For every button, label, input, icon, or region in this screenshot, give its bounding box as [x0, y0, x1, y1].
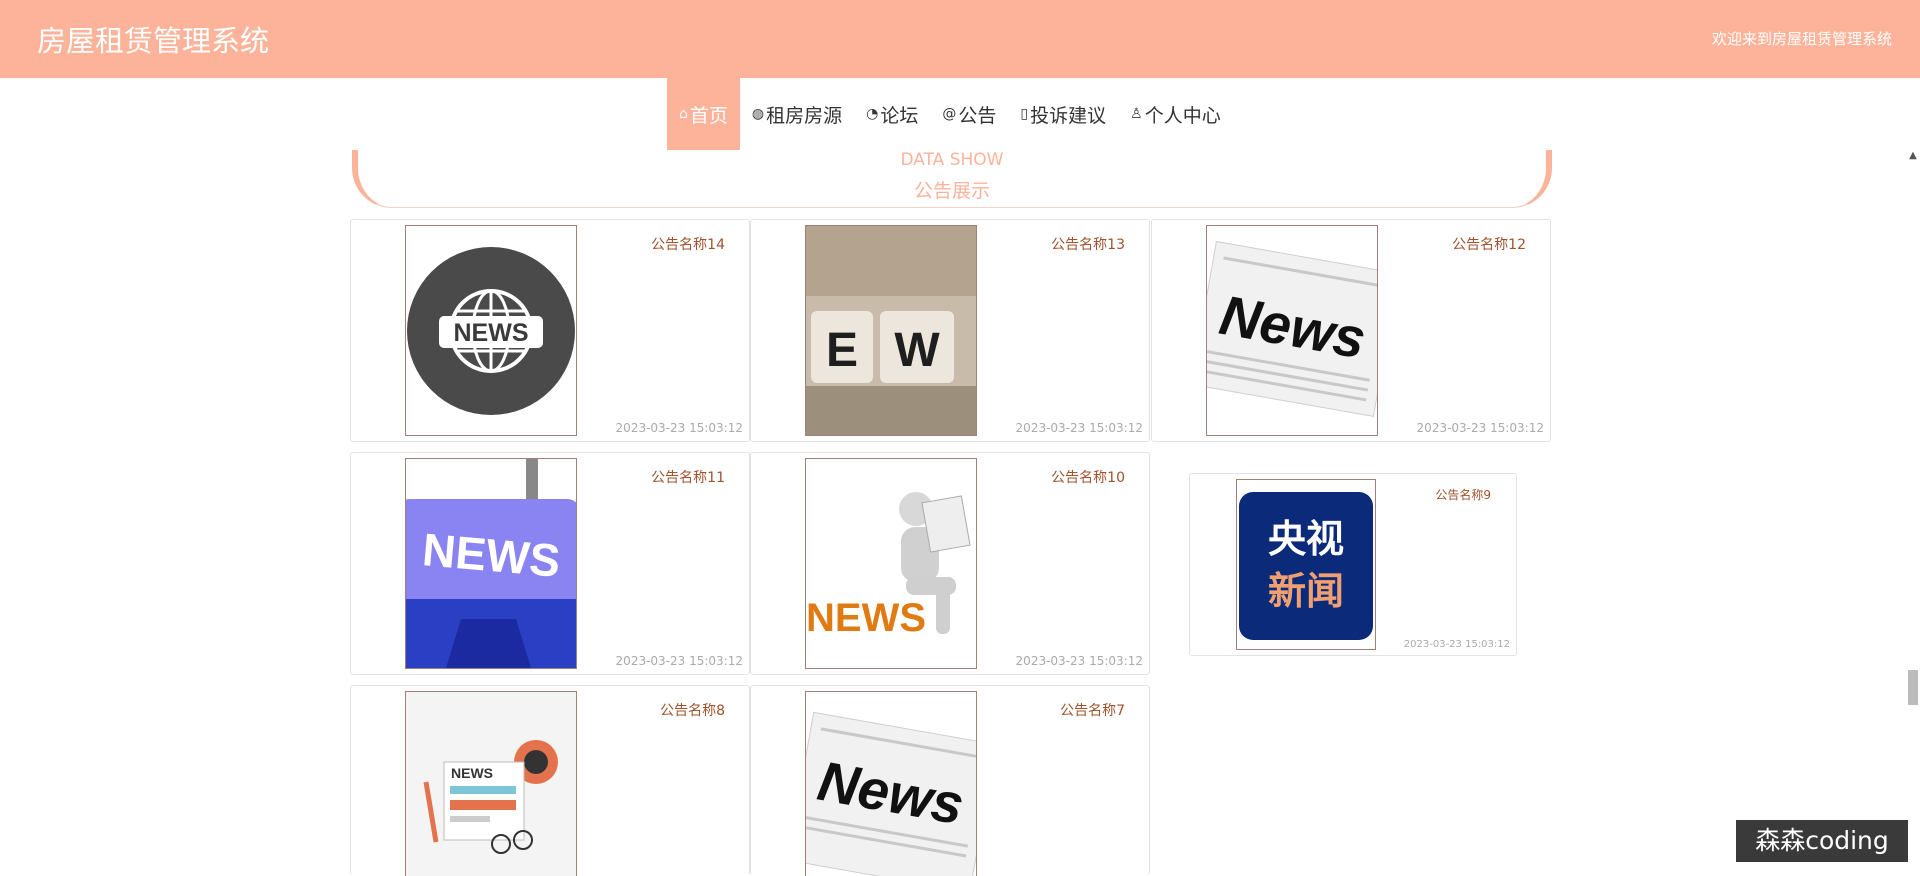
notice-name: 公告名称10: [1051, 470, 1125, 486]
notice-name: 公告名称9: [1435, 488, 1491, 502]
svg-text:E: E: [826, 324, 858, 377]
cctv-news-logo-icon: 央视新闻: [1236, 479, 1376, 650]
notice-date: 2023-03-23 15:03:12: [615, 421, 743, 435]
globe-news-icon: NEWS: [405, 225, 577, 436]
main-nav: ⌂ 首页 ◍ 租房房源 ◔ 论坛 @ 公告 ▯ 投诉建议 ♙ 个人中心: [667, 78, 1233, 150]
svg-text:NEWS: NEWS: [451, 765, 493, 781]
reader-figure-news-icon: NEWS: [805, 458, 977, 669]
svg-text:NEWS: NEWS: [454, 319, 529, 347]
letter-dice-news-icon: E W: [805, 225, 977, 436]
site-title: 房屋租赁管理系统: [37, 24, 270, 58]
notice-name: 公告名称7: [1060, 703, 1125, 719]
nav-item-complaint[interactable]: ▯ 投诉建议: [1008, 78, 1118, 150]
news-desk-illustration-icon: NEWS: [405, 691, 577, 876]
scroll-up-arrow-icon[interactable]: ▲: [1906, 150, 1920, 161]
nav-item-notice[interactable]: @ 公告: [930, 78, 1008, 150]
notice-name: 公告名称11: [651, 470, 725, 486]
user-icon: ♙: [1130, 106, 1143, 122]
welcome-text: 欢迎来到房屋租赁管理系统: [1711, 30, 1892, 48]
notice-card[interactable]: NEWS 公告名称8: [350, 685, 750, 876]
nav-label: 公告: [958, 104, 997, 127]
notice-card[interactable]: NEWS 公告名称10 2023-03-23 15:03:12: [750, 452, 1150, 675]
nav-label: 投诉建议: [1030, 104, 1107, 127]
globe-icon: ◍: [751, 106, 765, 122]
note-icon: ▯: [1020, 106, 1029, 122]
notice-card[interactable]: News 公告名称7: [750, 685, 1150, 876]
notice-date: 2023-03-23 15:03:12: [1416, 421, 1544, 435]
notice-name: 公告名称14: [651, 237, 725, 253]
nav-label: 租房房源: [766, 104, 843, 127]
notice-date: 2023-03-23 15:03:12: [1015, 421, 1143, 435]
dashboard-icon: ◔: [866, 106, 879, 122]
notice-name: 公告名称13: [1051, 237, 1125, 253]
notice-card[interactable]: NEWS 公告名称14 2023-03-23 15:03:12: [350, 219, 750, 442]
top-header: 房屋租赁管理系统 欢迎来到房屋租赁管理系统: [0, 0, 1920, 78]
nav-label: 论坛: [880, 104, 919, 127]
news-keyboard-key-icon: NEWS: [405, 458, 577, 669]
at-icon: @: [942, 106, 957, 122]
notice-card[interactable]: E W 公告名称13 2023-03-23 15:03:12: [750, 219, 1150, 442]
section-title-zh: 公告展示: [913, 180, 990, 202]
watermark: 森森coding: [1736, 820, 1908, 862]
nav-label: 首页: [689, 104, 728, 127]
notice-name: 公告名称12: [1452, 237, 1526, 253]
home-icon: ⌂: [679, 106, 688, 122]
nav-label: 个人中心: [1144, 104, 1221, 127]
nav-item-home[interactable]: ⌂ 首页: [667, 78, 740, 150]
svg-text:NEWS: NEWS: [806, 596, 926, 640]
notice-date: 2023-03-23 15:03:12: [1403, 639, 1510, 650]
scrollbar-thumb[interactable]: [1908, 670, 1918, 705]
notice-date: 2023-03-23 15:03:12: [615, 654, 743, 668]
nav-item-listings[interactable]: ◍ 租房房源: [740, 78, 854, 150]
svg-text:W: W: [894, 324, 940, 377]
newspaper-news-icon: News: [805, 691, 977, 876]
nav-item-forum[interactable]: ◔ 论坛: [854, 78, 930, 150]
notice-card[interactable]: News 公告名称12 2023-03-23 15:03:12: [1151, 219, 1551, 442]
section-title-en: DATA SHOW: [900, 150, 1004, 170]
notice-date: 2023-03-23 15:03:12: [1015, 654, 1143, 668]
section-banner: DATA SHOW 公告展示: [352, 150, 1552, 208]
newspaper-news-icon: News: [1206, 225, 1378, 436]
notice-card[interactable]: 央视新闻 公告名称9 2023-03-23 15:03:12: [1189, 473, 1517, 656]
notice-card[interactable]: NEWS 公告名称11 2023-03-23 15:03:12: [350, 452, 750, 675]
notice-name: 公告名称8: [660, 703, 725, 719]
nav-item-profile[interactable]: ♙ 个人中心: [1118, 78, 1233, 150]
